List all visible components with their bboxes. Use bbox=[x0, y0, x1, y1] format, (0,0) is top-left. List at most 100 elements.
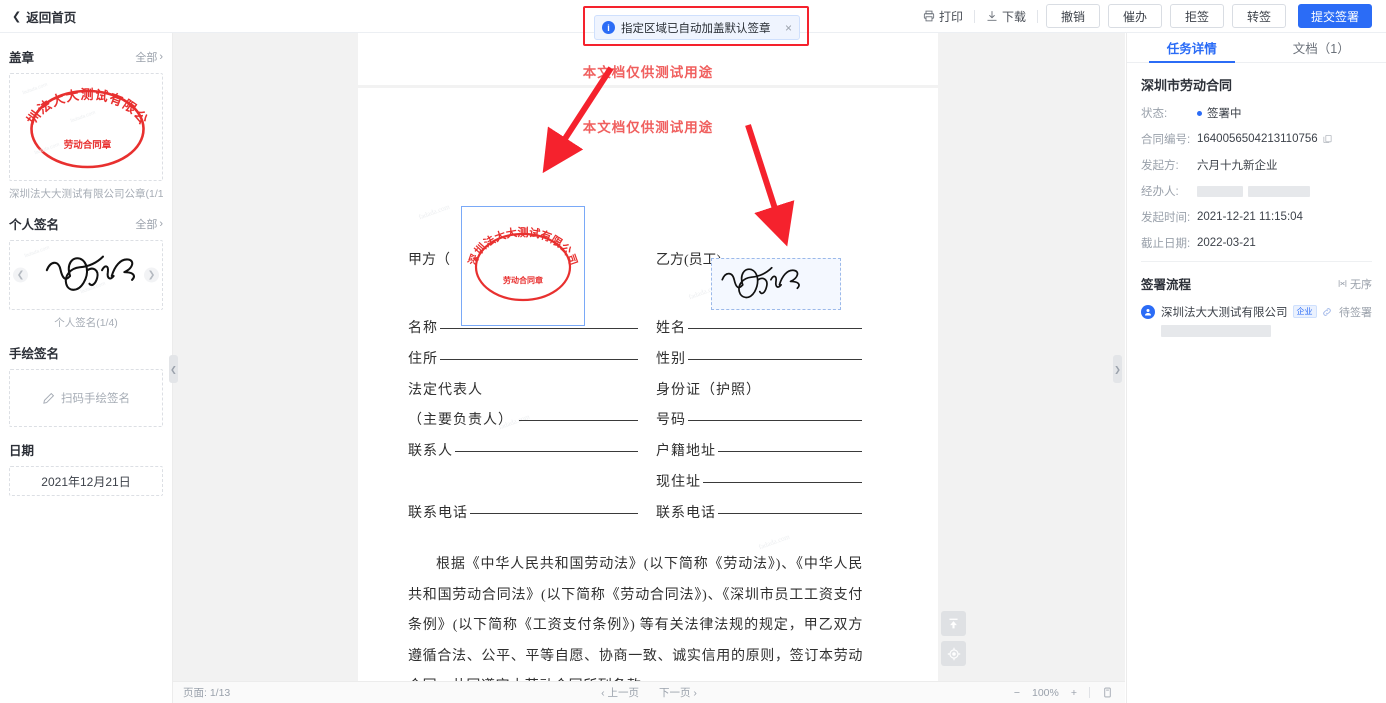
contract-body-paragraph: 根据《中华人民共和国劳动法》(以下简称《劳动法》)、《中华人民共和国劳动合同法》… bbox=[408, 557, 863, 681]
detail-row-contract-no: 合同编号: 1640056504213110756 bbox=[1141, 131, 1372, 147]
back-to-home-label: 返回首页 bbox=[26, 10, 77, 25]
masked-block bbox=[1161, 325, 1271, 337]
seal-caption: 深圳法大大测试有限公司公章(1/1) bbox=[9, 188, 163, 200]
date-chip[interactable]: 2021年12月21日 bbox=[9, 466, 163, 496]
printer-icon bbox=[923, 10, 935, 22]
sign-flow-order: 无序 bbox=[1338, 276, 1372, 292]
task-detail-body: 深圳市劳动合同 状态: 签署中 合同编号: 164005650421311075… bbox=[1127, 63, 1386, 337]
field-row: 身份证（护照） bbox=[656, 382, 761, 398]
contract-no-key: 合同编号: bbox=[1141, 134, 1191, 146]
tab-task-detail[interactable]: 任务详情 bbox=[1127, 33, 1257, 63]
submit-sign-button[interactable]: 提交签署 bbox=[1297, 4, 1372, 28]
page-nav: ‹ 上一页 下一页 › bbox=[601, 685, 697, 700]
info-icon: i bbox=[602, 21, 615, 34]
deadline-value: 2022-03-21 bbox=[1197, 237, 1256, 249]
zoom-out-button[interactable]: − bbox=[1014, 687, 1020, 699]
signature-prev-arrow[interactable]: ❮ bbox=[13, 267, 28, 283]
seal-thumbnail[interactable]: fadada.com fadada.com fadada.com 深圳法大大测试… bbox=[9, 73, 163, 181]
hand-sign-title: 手绘签名 bbox=[9, 347, 60, 361]
zoom-in-button[interactable]: + bbox=[1071, 687, 1077, 699]
toast-message: 指定区域已自动加盖默认签章 bbox=[621, 22, 771, 35]
link-icon[interactable] bbox=[1322, 307, 1332, 317]
detail-row-status: 状态: 签署中 bbox=[1141, 105, 1372, 121]
field-row: 住所 bbox=[408, 345, 638, 376]
close-icon[interactable]: × bbox=[785, 21, 792, 35]
unordered-icon bbox=[1338, 280, 1347, 287]
detail-row-initiator: 发起方: 六月十九新企业 bbox=[1141, 157, 1372, 173]
detail-row-handler: 经办人: bbox=[1141, 183, 1372, 199]
chevron-right-icon: › bbox=[159, 50, 163, 63]
field-rule bbox=[688, 358, 862, 360]
next-page-button[interactable]: 下一页 › bbox=[659, 685, 697, 700]
field-row: 号码 bbox=[656, 406, 862, 437]
personal-signature-caption: 个人签名(1/4) bbox=[54, 317, 118, 329]
toolbar-divider-2 bbox=[1036, 9, 1038, 23]
zoom-level-label: 100% bbox=[1032, 686, 1059, 699]
download-label: 下载 bbox=[1001, 9, 1026, 24]
seal-view-all-link[interactable]: 全部 › bbox=[135, 49, 163, 65]
document-watermark-top: 本文档仅供测试用途 bbox=[582, 65, 714, 80]
revoke-button[interactable]: 撤销 bbox=[1045, 4, 1100, 28]
seal-section-header: 盖章 全部 › bbox=[9, 47, 163, 66]
signature-placement-slot[interactable] bbox=[711, 258, 841, 310]
collapse-right-panel-handle[interactable]: ❯ bbox=[1113, 355, 1122, 383]
pencil-icon bbox=[43, 392, 55, 404]
field-rule bbox=[455, 451, 638, 453]
field-row: 联系人 bbox=[408, 437, 638, 468]
deadline-key: 截止日期: bbox=[1141, 238, 1191, 250]
scan-hand-sign-button[interactable]: 扫码手绘签名 bbox=[9, 369, 163, 427]
sign-flow-header: 签署流程 无序 bbox=[1141, 274, 1372, 293]
zoom-divider bbox=[1089, 687, 1090, 698]
placed-personal-signature bbox=[721, 266, 800, 299]
field-rule bbox=[470, 512, 638, 514]
personal-sign-section-header: 个人签名 全部 › bbox=[9, 214, 163, 233]
target-icon bbox=[947, 647, 960, 660]
masked-block bbox=[1248, 185, 1310, 197]
personal-signature-thumbnail[interactable]: fadada.com fadada.com ❮ ❯ bbox=[9, 240, 163, 310]
sign-flow-order-label: 无序 bbox=[1350, 278, 1372, 291]
personal-sign-view-all-link[interactable]: 全部 › bbox=[135, 216, 163, 232]
create-time-value: 2021-12-21 11:15:04 bbox=[1197, 211, 1303, 223]
field-rule bbox=[718, 512, 862, 514]
print-button[interactable]: 打印 bbox=[912, 8, 974, 25]
initiator-key: 发起方: bbox=[1141, 160, 1179, 172]
scroll-to-top-button[interactable] bbox=[941, 611, 966, 636]
prev-page-button[interactable]: ‹ 上一页 bbox=[601, 685, 639, 700]
transfer-sign-button[interactable]: 转签 bbox=[1231, 4, 1286, 28]
detail-row-create-time: 发起时间: 2021-12-21 11:15:04 bbox=[1141, 209, 1372, 225]
arrow-up-icon bbox=[949, 618, 958, 629]
panel-divider bbox=[1141, 261, 1372, 262]
svg-text:劳动合同章: 劳动合同章 bbox=[64, 139, 112, 151]
tab-documents[interactable]: 文档（1） bbox=[1257, 33, 1386, 62]
seal-placement-slot[interactable]: 深圳法大大测试有限公司 劳动合同章 bbox=[461, 206, 585, 326]
field-rule bbox=[440, 328, 638, 329]
sign-flow-title: 签署流程 bbox=[1141, 278, 1192, 292]
reject-sign-button[interactable]: 拒签 bbox=[1169, 4, 1224, 28]
field-row: 名称 bbox=[408, 314, 638, 345]
task-detail-panel: 任务详情 文档（1） 深圳市劳动合同 状态: 签署中 合同编号: 1640056… bbox=[1126, 33, 1386, 703]
urge-button[interactable]: 催办 bbox=[1107, 4, 1162, 28]
handler-value-masked bbox=[1197, 185, 1310, 197]
field-rule bbox=[519, 420, 638, 422]
detail-row-deadline: 截止日期: 2022-03-21 bbox=[1141, 235, 1372, 251]
copy-icon[interactable] bbox=[1323, 134, 1332, 144]
right-field-column: 姓名 性别 身份证（护照） 号码 户籍地址 现住址 联系电话 bbox=[656, 314, 862, 530]
field-row: （主要负责人） bbox=[408, 406, 638, 437]
sign-flow-participant-row: 深圳法大大测试有限公司 企业 待签署 bbox=[1141, 304, 1372, 337]
zoom-controls: − 100% + bbox=[1014, 687, 1125, 699]
party-a-label: 甲方（ bbox=[408, 253, 450, 268]
fit-page-icon[interactable] bbox=[1102, 687, 1113, 698]
scan-hand-sign-label: 扫码手绘签名 bbox=[61, 393, 130, 405]
document-page-current: 本文档仅供测试用途 fadada.com fadada.com fadada.c… bbox=[358, 88, 938, 681]
collapse-left-panel-handle[interactable]: ❮ bbox=[169, 355, 178, 383]
download-icon bbox=[987, 11, 997, 21]
back-to-home-button[interactable]: ❮ 返回首页 bbox=[12, 7, 76, 26]
field-row: 法定代表人 bbox=[408, 382, 483, 398]
field-row: 姓名 bbox=[656, 314, 862, 345]
locate-signature-button[interactable] bbox=[941, 641, 966, 666]
download-button[interactable]: 下载 bbox=[975, 8, 1037, 25]
create-time-key: 发起时间: bbox=[1141, 212, 1191, 224]
document-viewer[interactable]: 本文档仅供测试用途 本文档仅供测试用途 fadada.com fadada.co… bbox=[173, 33, 1125, 681]
panel-tabs: 任务详情 文档（1） bbox=[1127, 33, 1386, 63]
signature-next-arrow[interactable]: ❯ bbox=[144, 267, 159, 283]
